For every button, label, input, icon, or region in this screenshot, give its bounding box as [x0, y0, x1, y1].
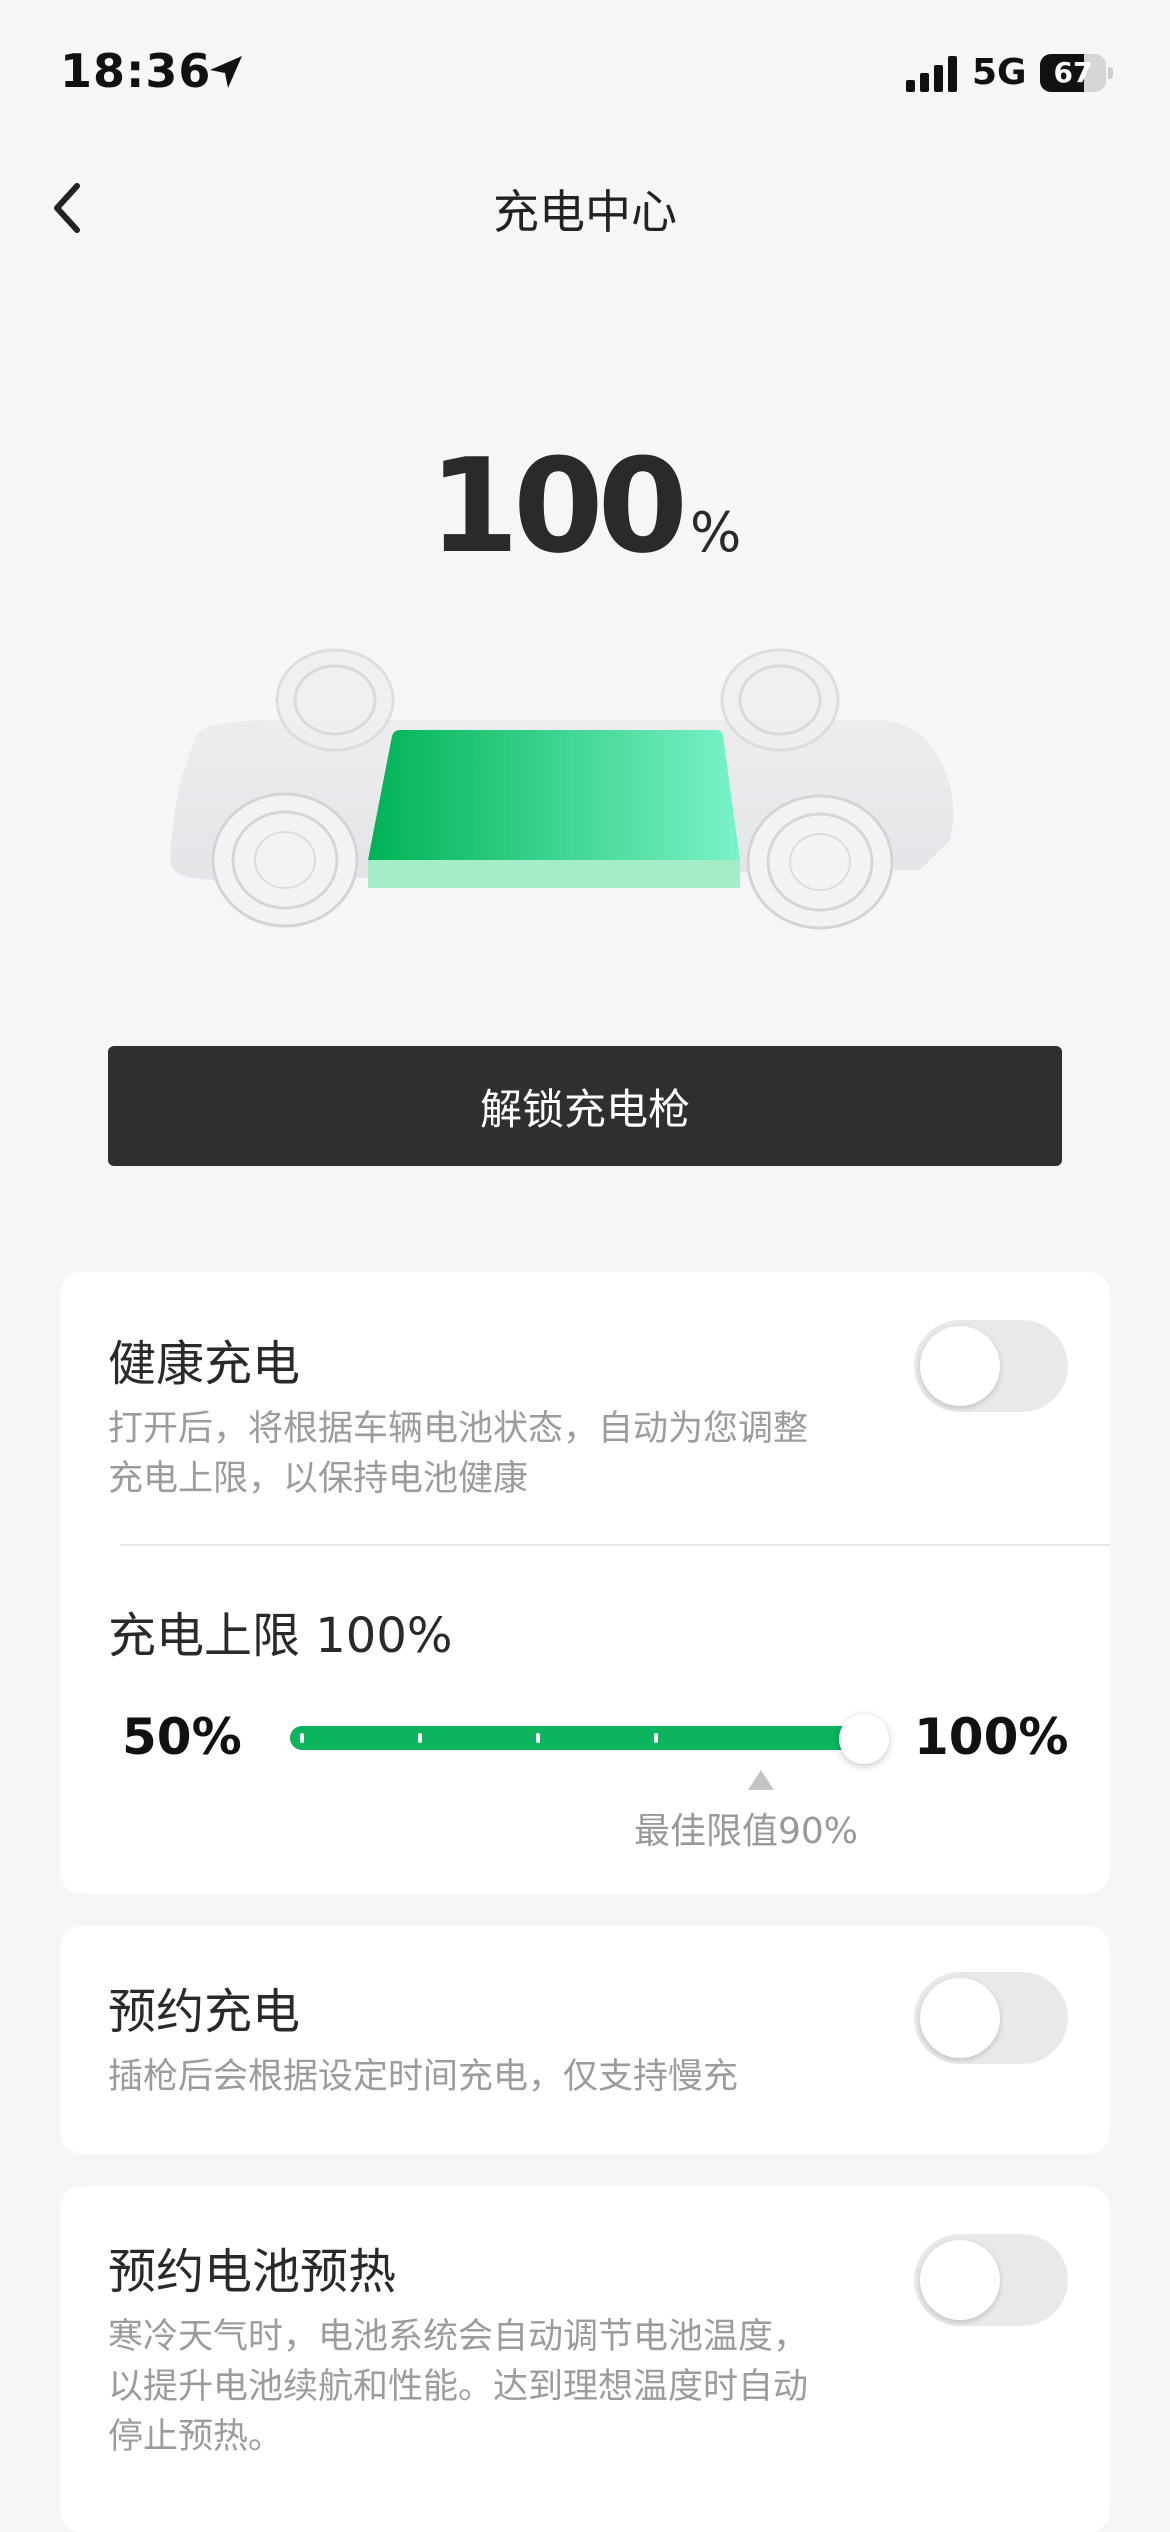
- charge-limit-slider-thumb[interactable]: [839, 1714, 889, 1764]
- status-bar: 18:36 5G 67: [0, 0, 1170, 150]
- health-charging-description: 打开后，将根据车辆电池状态，自动为您调整充电上限，以保持电池健康: [108, 1409, 809, 1499]
- battery-body: 67: [1040, 54, 1106, 92]
- slider-tick: [654, 1733, 658, 1743]
- divider: [120, 1544, 1110, 1546]
- battery-preheat-title: 预约电池预热: [108, 2244, 397, 2300]
- charge-readout: 100%: [0, 430, 1170, 582]
- optimal-limit-marker-icon: [748, 1770, 774, 1790]
- scheduled-charging-description: 插枪后会根据设定时间充电，仅支持慢充: [108, 2057, 739, 2097]
- cellular-signal-icon: [906, 56, 957, 92]
- toggle-knob: [920, 2240, 1000, 2320]
- slider-tick: [536, 1733, 540, 1743]
- battery-icon: 67: [1040, 54, 1113, 92]
- charge-limit-slider-track[interactable]: [290, 1726, 880, 1750]
- charge-value: 100: [428, 430, 688, 582]
- slider-min-label: 50%: [122, 1708, 242, 1766]
- wheel-back-right: [720, 648, 840, 752]
- status-time: 18:36: [60, 44, 212, 98]
- wheel-front-right: [746, 794, 894, 930]
- toggle-knob: [920, 1326, 1000, 1406]
- wheel-back-left: [275, 648, 395, 752]
- charge-limit-label: 充电上限 100%: [108, 1608, 453, 1664]
- slider-tick: [300, 1733, 304, 1743]
- charge-limit-slider-fill: [290, 1726, 862, 1750]
- car-battery-illustration: [170, 648, 954, 930]
- battery-percent: 67: [1053, 56, 1093, 89]
- slider-max-label: 100%: [914, 1708, 1069, 1766]
- scheduled-charging-toggle[interactable]: [914, 1972, 1068, 2064]
- network-type: 5G: [972, 52, 1027, 93]
- toggle-knob: [920, 1978, 1000, 2058]
- page-title: 充电中心: [493, 185, 677, 239]
- health-charging-title: 健康充电: [108, 1336, 301, 1392]
- battery-tip: [1108, 67, 1113, 79]
- slider-tick: [418, 1733, 422, 1743]
- battery-pack: [368, 730, 740, 888]
- wheel-front-left: [211, 792, 359, 928]
- unlock-charging-gun-button[interactable]: 解锁充电枪: [108, 1046, 1062, 1166]
- health-charging-card: 健康充电 打开后，将根据车辆电池状态，自动为您调整充电上限，以保持电池健康: [60, 1272, 1110, 1894]
- battery-preheat-card: 预约电池预热 寒冷天气时，电池系统会自动调节电池温度，以提升电池续航和性能。达到…: [60, 2186, 1110, 2532]
- optimal-limit-label: 最佳限值90%: [634, 1811, 859, 1852]
- charge-unit: %: [690, 501, 742, 564]
- battery-preheat-toggle[interactable]: [914, 2234, 1068, 2326]
- health-charging-toggle[interactable]: [914, 1320, 1068, 1412]
- location-arrow-icon: [210, 56, 242, 88]
- scheduled-charging-card: 预约充电 插枪后会根据设定时间充电，仅支持慢充: [60, 1926, 1110, 2154]
- scheduled-charging-title: 预约充电: [108, 1984, 301, 2040]
- battery-preheat-description: 寒冷天气时，电池系统会自动调节电池温度，以提升电池续航和性能。达到理想温度时自动…: [108, 2317, 809, 2457]
